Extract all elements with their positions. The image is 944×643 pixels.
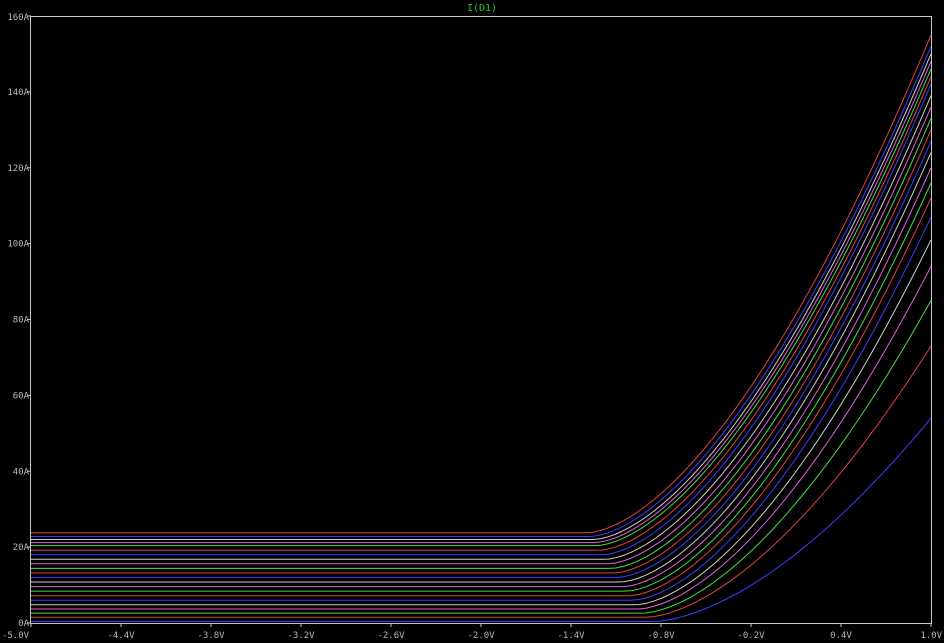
y-tick-label: 160A: [7, 13, 29, 23]
x-tick-label: -3.2V: [287, 631, 315, 641]
iv-curve-chart: I(D1) 0A 20A 40A 60A 80A 100A 120A 140A 160A -5.0…: [0, 0, 944, 643]
y-tick-label: 0A: [18, 619, 29, 629]
y-tick-label: 140A: [7, 88, 29, 98]
x-tick-label: -2.6V: [377, 631, 405, 641]
x-tick-label: 1.0V: [920, 631, 942, 641]
x-tick-label: -4.4V: [107, 631, 135, 641]
plot-background: [0, 0, 944, 643]
x-tick-label: -1.4V: [557, 631, 585, 641]
x-tick-label: 0.4V: [830, 631, 852, 641]
y-tick-label: 60A: [13, 391, 30, 401]
y-tick-label: 40A: [13, 467, 30, 477]
chart-title: I(D1): [467, 3, 497, 14]
y-tick-label: 120A: [7, 164, 29, 174]
x-tick-label: -3.8V: [197, 631, 225, 641]
y-tick-label: 100A: [7, 240, 29, 250]
x-tick-label: -5.0V: [2, 631, 30, 641]
x-tick-label: -0.2V: [737, 631, 765, 641]
x-tick-label: -2.0V: [467, 631, 495, 641]
y-tick-label: 20A: [13, 543, 30, 553]
y-tick-label: 80A: [13, 316, 30, 326]
x-tick-label: -0.8V: [647, 631, 675, 641]
